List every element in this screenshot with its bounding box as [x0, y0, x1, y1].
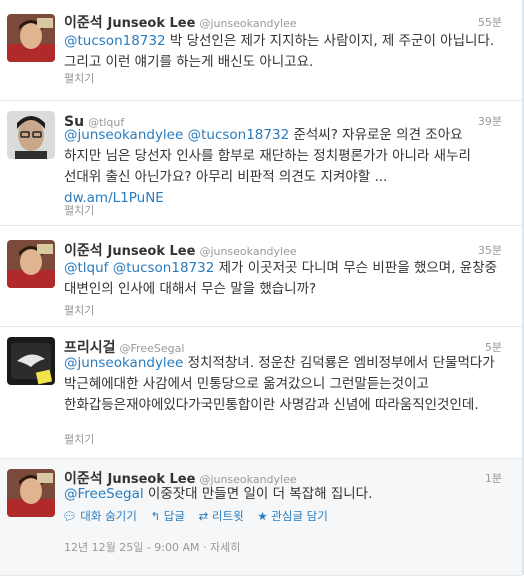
tweet-meta: 12년 12월 25일 - 9:00 AM · 자세히: [64, 541, 241, 554]
expand-link[interactable]: 펼치기: [64, 70, 94, 86]
tweet[interactable]: Su @tlquf 39분 @junseokandylee @tucson1873…: [0, 101, 522, 226]
tweet-text: @FreeSegal 이중잣대 만들면 일이 더 복잡해 집니다.: [64, 486, 373, 502]
favorite-button[interactable]: ★ 관심글 담기: [257, 509, 328, 523]
mention-link[interactable]: @tlquf: [64, 260, 108, 276]
timestamp[interactable]: 12년 12월 25일 - 9:00 AM: [64, 541, 200, 554]
details-link[interactable]: 자세히: [210, 541, 240, 554]
tweet[interactable]: 이준석 Junseok Lee @junseokandylee 35분 @tlqu…: [0, 226, 522, 327]
tweet-header: 이준석 Junseok Lee @junseokandylee: [64, 240, 502, 260]
avatar[interactable]: [7, 337, 55, 385]
avatar[interactable]: [7, 469, 55, 517]
screen-name[interactable]: @junseokandylee: [199, 17, 296, 30]
mention-link[interactable]: @FreeSegal: [64, 486, 144, 502]
speech-bubble-icon: 💬︎: [62, 509, 77, 523]
tweet-text: @junseokandylee 정치적창녀. 정운찬 김덕룡은 엠비정부에서 단…: [64, 355, 495, 413]
retweet-button[interactable]: ⇄ 리트윗: [199, 509, 244, 523]
tweet-text: @tucson18732 박 당선인은 제가 지지하는 사람이지, 제 주군이 …: [64, 33, 495, 70]
mention-link[interactable]: @junseokandylee: [64, 127, 183, 143]
avatar[interactable]: [7, 240, 55, 288]
mention-link[interactable]: @tucson18732: [64, 33, 166, 49]
display-name[interactable]: 이준석 Junseok Lee: [64, 243, 195, 259]
mention-link[interactable]: @tucson18732: [188, 127, 290, 143]
tweet[interactable]: 이준석 Junseok Lee @junseokandylee 55분 @tucs…: [0, 0, 522, 101]
tweet[interactable]: 프리시걸 @FreeSegal 5분 @junseokandylee 정치적창녀.…: [0, 327, 522, 459]
timeline: 이준석 Junseok Lee @junseokandylee 55분 @tucs…: [0, 0, 523, 576]
retweet-icon: ⇄: [198, 509, 209, 523]
display-name[interactable]: 이준석 Junseok Lee: [64, 15, 195, 31]
hide-conversation-button[interactable]: 💬︎ 대화 숨기기: [62, 509, 137, 523]
reply-arrow-icon: ↰: [150, 509, 161, 523]
mention-link[interactable]: @tucson18732: [113, 260, 215, 276]
mention-link[interactable]: @junseokandylee: [64, 355, 183, 371]
screen-name[interactable]: @junseokandylee: [199, 245, 296, 258]
tweet-expanded[interactable]: 이준석 Junseok Lee @junseokandylee 1분 @FreeS…: [0, 459, 522, 576]
avatar[interactable]: [7, 111, 55, 159]
expand-link[interactable]: 펼치기: [64, 431, 94, 447]
tweet-text: @tlquf @tucson18732 제가 이곳저곳 다니며 무슨 비판을 했…: [64, 260, 498, 297]
reply-button[interactable]: ↰ 답글: [150, 509, 184, 523]
tweet-time[interactable]: 55분: [478, 14, 502, 30]
tweet-actions: 💬︎ 대화 숨기기 ↰ 답글 ⇄ 리트윗 ★ 관심글 담기: [62, 508, 338, 524]
expand-link[interactable]: 펼치기: [64, 202, 94, 218]
avatar[interactable]: [7, 14, 55, 62]
expand-link[interactable]: 펼치기: [64, 302, 94, 318]
tweet-header: 이준석 Junseok Lee @junseokandylee: [64, 12, 502, 32]
tweet-text: @junseokandylee @tucson18732 준석씨? 자유로운 의…: [64, 127, 471, 206]
star-icon: ★: [257, 509, 268, 523]
tweet-time[interactable]: 35분: [478, 242, 502, 258]
